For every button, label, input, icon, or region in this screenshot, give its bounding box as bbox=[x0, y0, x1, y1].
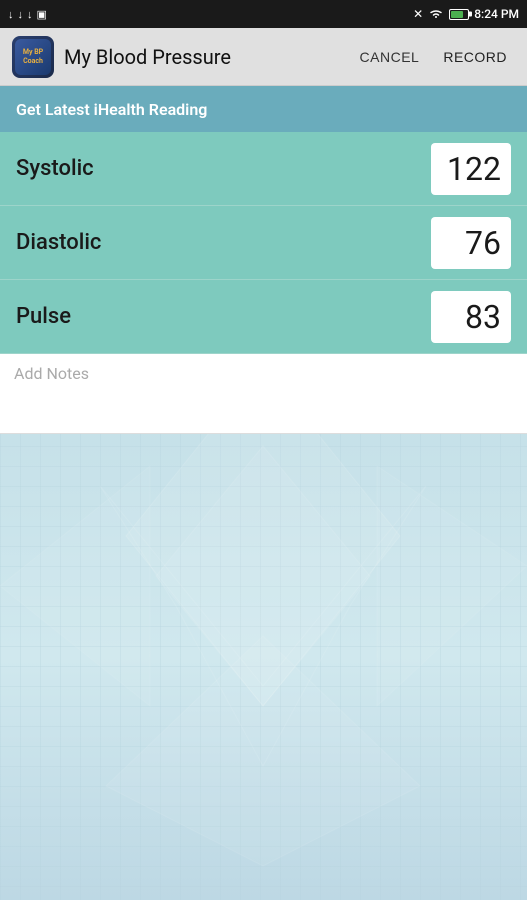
status-bar: ↓ ↓ ↓ ▣ ✕ 8:24 PM bbox=[0, 0, 527, 28]
pulse-row: Pulse 83 bbox=[0, 280, 527, 354]
systolic-value: 122 bbox=[447, 150, 501, 188]
app-title: My Blood Pressure bbox=[64, 45, 231, 69]
download-icon-2: ↓ bbox=[18, 8, 24, 21]
no-signal-icon: ✕ bbox=[413, 7, 423, 21]
cancel-button[interactable]: CANCEL bbox=[352, 43, 428, 71]
notes-placeholder: Add Notes bbox=[14, 364, 89, 383]
systolic-row: Systolic 122 bbox=[0, 132, 527, 206]
action-bar: My BPCoach My Blood Pressure CANCEL RECO… bbox=[0, 28, 527, 86]
download-icon-3: ↓ bbox=[27, 8, 33, 21]
diastolic-label: Diastolic bbox=[16, 230, 101, 255]
pulse-value: 83 bbox=[465, 298, 501, 336]
app-info: My BPCoach My Blood Pressure bbox=[12, 36, 231, 78]
diastolic-value: 76 bbox=[465, 224, 501, 262]
pulse-label: Pulse bbox=[16, 304, 71, 329]
status-right-icons: ✕ 8:24 PM bbox=[413, 7, 519, 22]
ihealth-banner-text: Get Latest iHealth Reading bbox=[16, 100, 207, 119]
app-icon: My BPCoach bbox=[12, 36, 54, 78]
diastolic-row: Diastolic 76 bbox=[0, 206, 527, 280]
main-content: Get Latest iHealth Reading Systolic 122 … bbox=[0, 86, 527, 434]
notes-area[interactable]: Add Notes bbox=[0, 354, 527, 434]
record-button[interactable]: RECORD bbox=[435, 43, 515, 71]
ihealth-banner: Get Latest iHealth Reading bbox=[0, 86, 527, 132]
image-icon: ▣ bbox=[37, 8, 47, 21]
systolic-label: Systolic bbox=[16, 156, 94, 181]
diastolic-value-box[interactable]: 76 bbox=[431, 217, 511, 269]
pulse-value-box[interactable]: 83 bbox=[431, 291, 511, 343]
battery-icon bbox=[449, 9, 469, 20]
download-icon-1: ↓ bbox=[8, 8, 14, 21]
status-time: 8:24 PM bbox=[474, 7, 519, 21]
wifi-icon bbox=[428, 7, 444, 22]
systolic-value-box[interactable]: 122 bbox=[431, 143, 511, 195]
action-buttons: CANCEL RECORD bbox=[352, 43, 515, 71]
status-left-icons: ↓ ↓ ↓ ▣ bbox=[8, 8, 47, 21]
